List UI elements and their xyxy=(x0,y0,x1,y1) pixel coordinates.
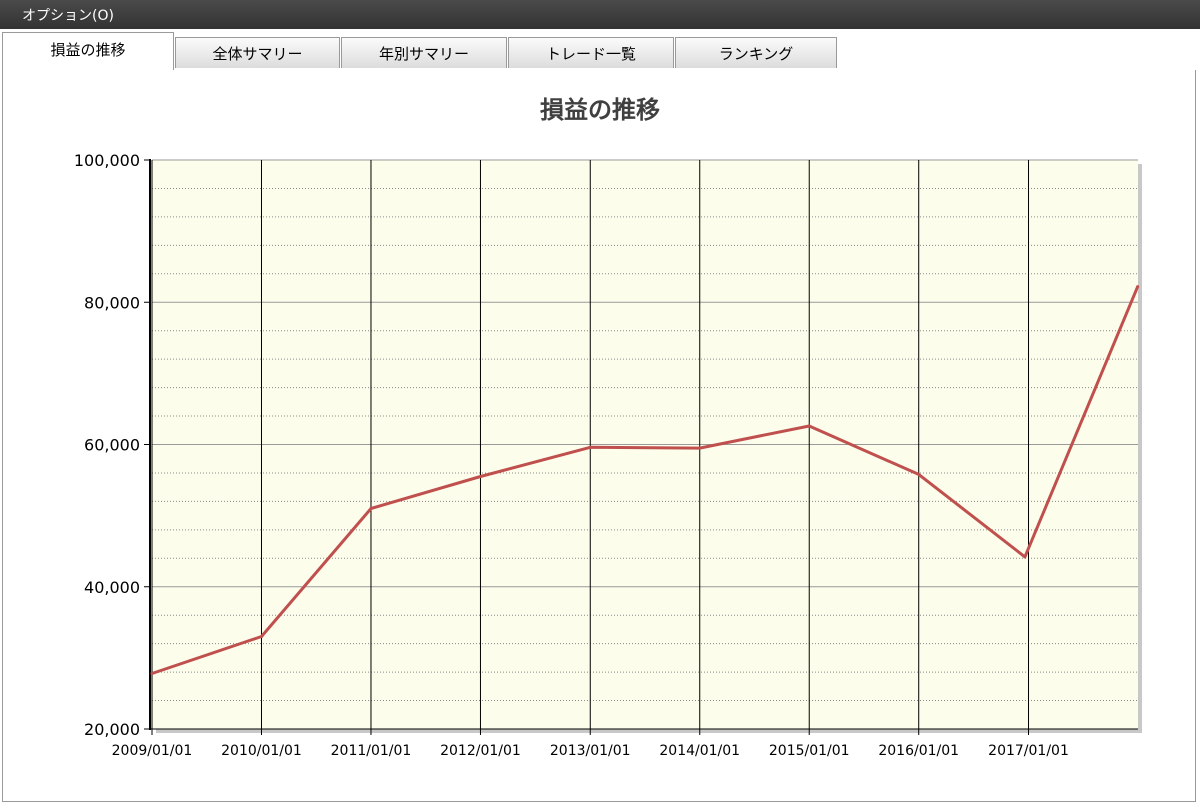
chart-title: 損益の推移 xyxy=(540,96,660,124)
data-point xyxy=(369,507,373,511)
profit-chart-svg: 20,000 40,000 60,000 80,000 100,000 2009/01/0… xyxy=(74,96,1142,759)
tab-profit-trend[interactable]: 損益の推移 xyxy=(2,32,174,70)
x-tick-label: 2015/01/01 xyxy=(769,743,850,759)
tab-yearly-summary[interactable]: 年別サマリー xyxy=(341,37,507,68)
tab-strip: 損益の推移 全体サマリー 年別サマリー トレード一覧 ランキング xyxy=(0,29,1200,70)
data-point xyxy=(917,472,921,476)
x-tick-label: 2014/01/01 xyxy=(659,743,740,759)
y-tick-label: 60,000 xyxy=(84,436,140,455)
data-point xyxy=(807,424,811,428)
x-tick-label: 2017/01/01 xyxy=(988,743,1069,759)
y-tick-label: 40,000 xyxy=(84,578,140,597)
tab-ranking[interactable]: ランキング xyxy=(675,37,837,68)
y-tick-label: 100,000 xyxy=(74,151,140,170)
tab-overall-summary[interactable]: 全体サマリー xyxy=(175,37,340,68)
data-point xyxy=(478,475,482,479)
y-tick-label: 20,000 xyxy=(84,720,140,739)
x-tick-label: 2010/01/01 xyxy=(221,743,302,759)
y-tick-label: 80,000 xyxy=(84,293,140,312)
x-tick-label: 2011/01/01 xyxy=(331,743,412,759)
data-point xyxy=(1136,285,1140,289)
profit-chart: 20,000 40,000 60,000 80,000 100,000 2009/01/0… xyxy=(0,70,1200,805)
x-tick-label: 2009/01/01 xyxy=(112,743,193,759)
data-point xyxy=(698,446,702,450)
data-point xyxy=(150,672,154,676)
tab-trade-list[interactable]: トレード一覧 xyxy=(508,37,674,68)
menu-bar: オプション(O) xyxy=(0,0,1200,29)
x-tick-label: 2013/01/01 xyxy=(550,743,631,759)
x-tick-label: 2012/01/01 xyxy=(440,743,521,759)
menu-options[interactable]: オプション(O) xyxy=(22,5,114,25)
x-tick-label: 2016/01/01 xyxy=(878,743,959,759)
data-point xyxy=(588,445,592,449)
data-point xyxy=(1023,555,1027,559)
data-point xyxy=(259,635,263,639)
